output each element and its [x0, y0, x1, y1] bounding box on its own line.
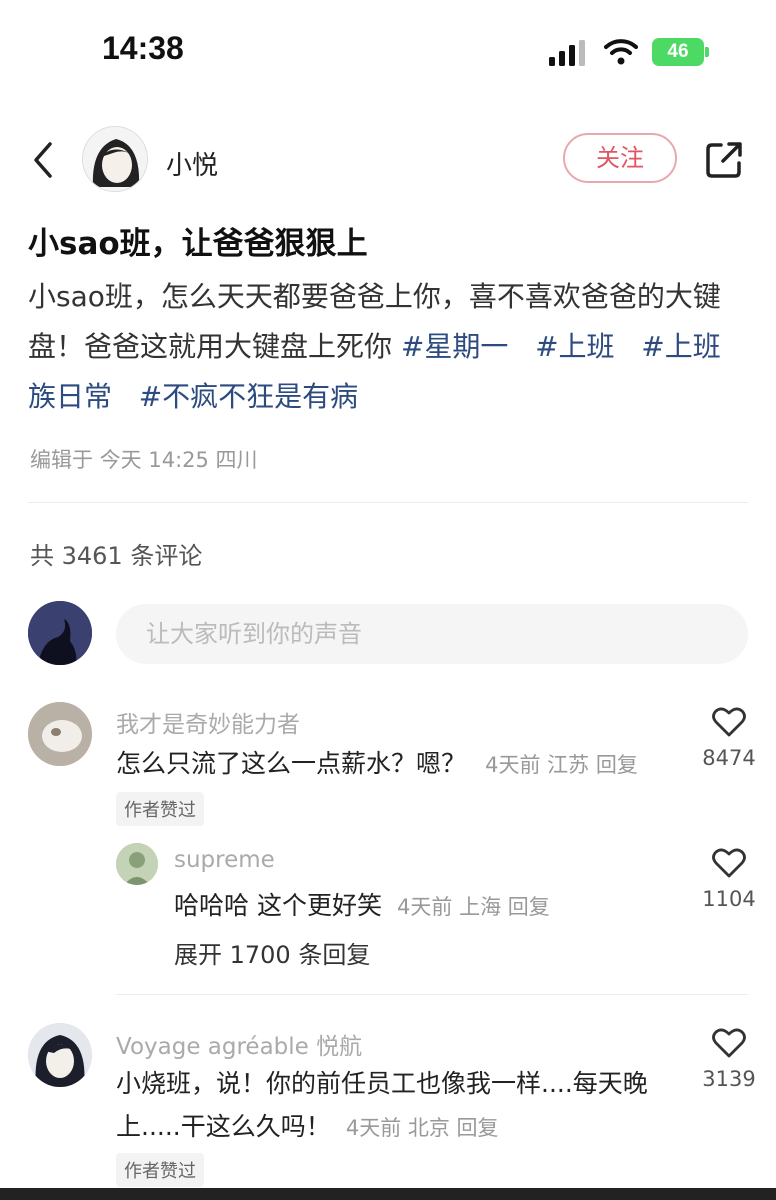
comment-text: 怎么只流了这么一点薪水？嗯？: [116, 749, 467, 778]
divider: [116, 994, 748, 995]
author-liked-badge: 作者赞过: [116, 1153, 204, 1187]
like-count: 8474: [702, 746, 756, 770]
author-name[interactable]: 小悦: [166, 145, 218, 182]
signal-icon: [549, 40, 585, 66]
avatar-image: [116, 843, 158, 885]
wifi-icon: [604, 39, 638, 65]
reply-line: 哈哈哈 这个更好笑 4天前 上海 回复: [174, 886, 550, 922]
battery-indicator: 46: [652, 38, 704, 66]
follow-button[interactable]: 关注: [563, 133, 677, 183]
author-liked-badge: 作者赞过: [116, 792, 204, 826]
post-meta: 编辑于 今天 14:25 四川: [30, 448, 258, 472]
avatar-image: [28, 702, 92, 766]
heart-icon[interactable]: [712, 706, 746, 738]
heart-icon[interactable]: [712, 847, 746, 879]
hashtag[interactable]: #上班: [535, 330, 614, 363]
reply-text: 哈哈哈 这个更好笑: [174, 891, 382, 920]
hashtag[interactable]: #星期一: [401, 330, 508, 363]
author-avatar[interactable]: [82, 126, 148, 192]
comment-line: 怎么只流了这么一点薪水？嗯？ 4天前 江苏 回复: [116, 744, 638, 780]
back-icon[interactable]: [28, 140, 58, 180]
comment-meta[interactable]: 4天前 北京 回复: [346, 1116, 499, 1140]
avatar-image: [28, 1023, 92, 1087]
status-time: 14:38: [102, 30, 184, 66]
commenter-avatar[interactable]: [28, 702, 92, 766]
heart-icon[interactable]: [712, 1027, 746, 1059]
divider: [28, 502, 748, 503]
share-icon[interactable]: [704, 140, 744, 180]
expand-replies-button[interactable]: 展开 1700 条回复: [174, 935, 370, 970]
commenter-avatar[interactable]: [28, 1023, 92, 1087]
bottom-bar: [0, 1188, 776, 1200]
comment-block: 小烧班，说！你的前任员工也像我一样....每天晚上.....干这么久吗！ 4天前…: [116, 1064, 676, 1150]
post-title: 小sao班，让爸爸狠狠上: [28, 226, 368, 262]
comment-meta[interactable]: 4天前 江苏 回复: [485, 753, 638, 777]
avatar-image: [28, 601, 92, 665]
reply-avatar[interactable]: [116, 843, 158, 885]
reply-user-name[interactable]: supreme: [174, 847, 275, 873]
reply-meta[interactable]: 4天前 上海 回复: [397, 895, 550, 919]
comment-count: 共 3461 条评论: [30, 542, 203, 570]
comment-input[interactable]: 让大家听到你的声音: [116, 604, 748, 664]
my-avatar: [28, 601, 92, 665]
commenter-name[interactable]: 我才是奇妙能力者: [116, 705, 300, 739]
hashtag[interactable]: #不疯不狂是有病: [139, 380, 358, 413]
commenter-name[interactable]: Voyage agréable 悦航: [116, 1027, 362, 1061]
post-body-text: 小sao班，怎么天天都要爸爸上你，喜不喜欢爸爸的大键盘！爸爸这就用大键盘上死你: [28, 280, 721, 363]
avatar-image: [83, 127, 147, 191]
like-count: 1104: [702, 887, 756, 911]
post-body: 小sao班，怎么天天都要爸爸上你，喜不喜欢爸爸的大键盘！爸爸这就用大键盘上死你 …: [28, 272, 748, 422]
battery-tip: [705, 47, 709, 57]
like-count: 3139: [702, 1067, 756, 1091]
